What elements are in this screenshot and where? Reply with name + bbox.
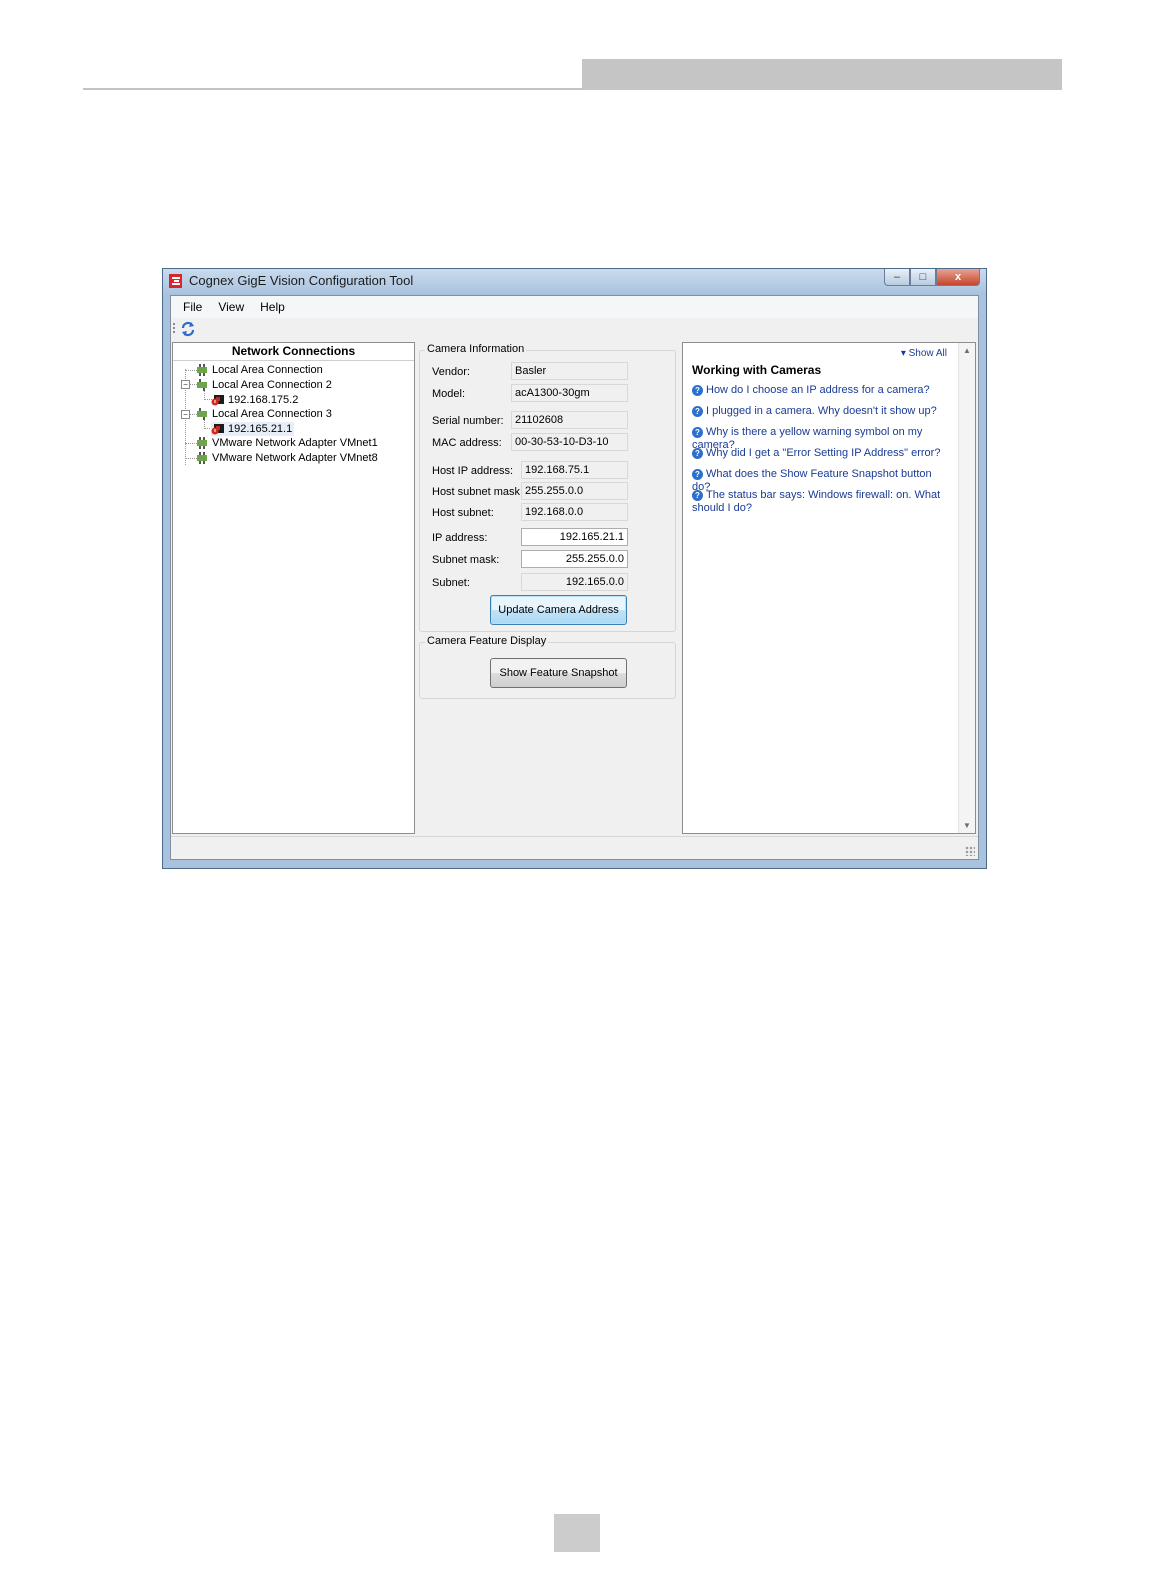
scroll-down-icon[interactable]: ▼ [963,821,971,830]
help-question-icon: ? [692,469,703,480]
vendor-value: Basler [511,362,628,380]
ip-address-label: IP address: [432,532,488,544]
camera-error-icon [211,395,224,406]
show-all-label: Show All [908,348,947,359]
help-title: Working with Cameras [692,363,822,377]
network-adapter-icon [197,379,207,392]
subnet-value: 192.165.0.0 [521,573,628,591]
host-subnet-mask-value: 255.255.0.0 [521,482,628,500]
help-question-icon: ? [692,448,703,459]
tree-item-local-area-connection-3[interactable]: Local Area Connection 3 [195,407,332,421]
tree-item-label: Local Area Connection 3 [212,408,332,420]
mac-address-value: 00-30-53-10-D3-10 [511,433,628,451]
scroll-up-icon[interactable]: ▲ [963,346,971,355]
expand-toggle[interactable]: − [181,380,190,389]
tree-item-camera-192-165-21-1[interactable]: 192.165.21.1 [211,422,295,436]
tree-item-vmware-vmnet1[interactable]: VMware Network Adapter VMnet1 [195,436,378,450]
help-link-text: I plugged in a camera. Why doesn't it sh… [706,405,937,417]
tree-item-camera-192-168-175-2[interactable]: 192.168.175.2 [211,393,298,407]
tree-item-local-area-connection[interactable]: Local Area Connection [195,363,323,377]
network-adapter-icon [197,364,207,377]
network-adapter-icon [197,437,207,450]
camera-settings-pane: Camera Information Vendor: Basler Model:… [418,342,679,834]
camera-error-icon [211,424,224,435]
help-question-icon: ? [692,385,703,396]
serial-number-value: 21102608 [511,411,628,429]
tree-item-label: Local Area Connection [212,364,323,376]
help-scrollbar[interactable]: ▲ ▼ [958,343,975,833]
maximize-icon: □ [919,271,927,283]
help-pane: ▾ Show All Working with Cameras ? How do … [682,342,976,834]
tree-item-label: VMware Network Adapter VMnet8 [212,452,378,464]
host-ip-value: 192.168.75.1 [521,461,628,479]
window-client: File View Help Network Connections − − L… [170,295,979,860]
app-window: Cognex GigE Vision Configuration Tool – … [162,268,987,869]
serial-number-label: Serial number: [432,415,504,427]
vendor-label: Vendor: [432,366,470,378]
ip-address-input[interactable]: 192.165.21.1 [521,528,628,546]
host-subnet-mask-label: Host subnet mask: [432,486,524,498]
menu-help[interactable]: Help [260,300,285,314]
menu-view[interactable]: View [218,300,244,314]
help-question-icon: ? [692,406,703,417]
network-connections-pane: Network Connections − − Local Area Conne… [172,342,415,834]
cognex-logo-icon [169,274,182,288]
toolbar-grip[interactable] [173,323,175,335]
toolbar [171,318,978,340]
resize-grip-icon[interactable] [965,846,975,856]
show-all-link[interactable]: ▾ Show All [901,348,947,359]
close-icon: x [954,271,962,283]
help-link-error-setting-ip[interactable]: ? Why did I get a "Error Setting IP Addre… [692,447,950,460]
help-link-firewall[interactable]: ? The status bar says: Windows firewall: … [692,489,950,515]
network-adapter-icon [197,452,207,465]
title-bar[interactable]: Cognex GigE Vision Configuration Tool – … [163,269,986,295]
triangle-down-icon: ▾ [900,348,909,359]
tree-item-vmware-vmnet8[interactable]: VMware Network Adapter VMnet8 [195,451,378,465]
model-label: Model: [432,388,466,400]
subnet-mask-input[interactable]: 255.255.0.0 [521,550,628,568]
maximize-button[interactable]: □ [910,269,936,286]
help-question-icon: ? [692,427,703,438]
help-link-text: How do I choose an IP address for a came… [706,384,930,396]
model-value: acA1300-30gm [511,384,628,402]
close-button[interactable]: x [936,269,980,286]
tree-item-label: Local Area Connection 2 [212,379,332,391]
help-link-choose-ip[interactable]: ? How do I choose an IP address for a cam… [692,384,950,397]
help-question-icon: ? [692,490,703,501]
tree-item-label: VMware Network Adapter VMnet1 [212,437,378,449]
subnet-mask-label: Subnet mask: [432,554,500,566]
update-camera-address-button[interactable]: Update Camera Address [490,595,627,625]
mac-address-label: MAC address: [432,437,502,449]
network-adapter-icon [197,408,207,421]
page-header-rule [83,88,582,90]
camera-information-group: Camera Information Vendor: Basler Model:… [419,343,676,632]
host-subnet-value: 192.168.0.0 [521,503,628,521]
minimize-icon: – [893,271,901,283]
tree-item-label: 192.165.21.1 [228,423,293,435]
network-connections-header: Network Connections [173,343,414,361]
minimize-button[interactable]: – [884,269,910,286]
tree-item-local-area-connection-2[interactable]: Local Area Connection 2 [195,378,332,392]
help-link-camera-not-showing[interactable]: ? I plugged in a camera. Why doesn't it s… [692,405,950,418]
host-subnet-label: Host subnet: [432,507,494,519]
camera-information-label: Camera Information [425,343,527,355]
expand-toggle[interactable]: − [181,410,190,419]
subnet-label: Subnet: [432,577,470,589]
host-ip-label: Host IP address: [432,465,514,477]
menu-bar: File View Help [171,296,978,318]
show-feature-snapshot-button[interactable]: Show Feature Snapshot [490,658,627,688]
status-bar [171,836,978,859]
refresh-icon[interactable] [180,321,196,337]
camera-feature-display-group: Camera Feature Display Show Feature Snap… [419,635,676,699]
tree-item-label: 192.168.175.2 [228,394,299,406]
window-title: Cognex GigE Vision Configuration Tool [189,273,414,288]
menu-file[interactable]: File [183,300,202,314]
help-link-text: Why did I get a "Error Setting IP Addres… [706,447,941,459]
help-link-text: The status bar says: Windows firewall: o… [692,489,941,514]
page-number-box [554,1514,600,1552]
camera-feature-display-label: Camera Feature Display [425,635,549,647]
page-header-bar [582,59,1062,90]
